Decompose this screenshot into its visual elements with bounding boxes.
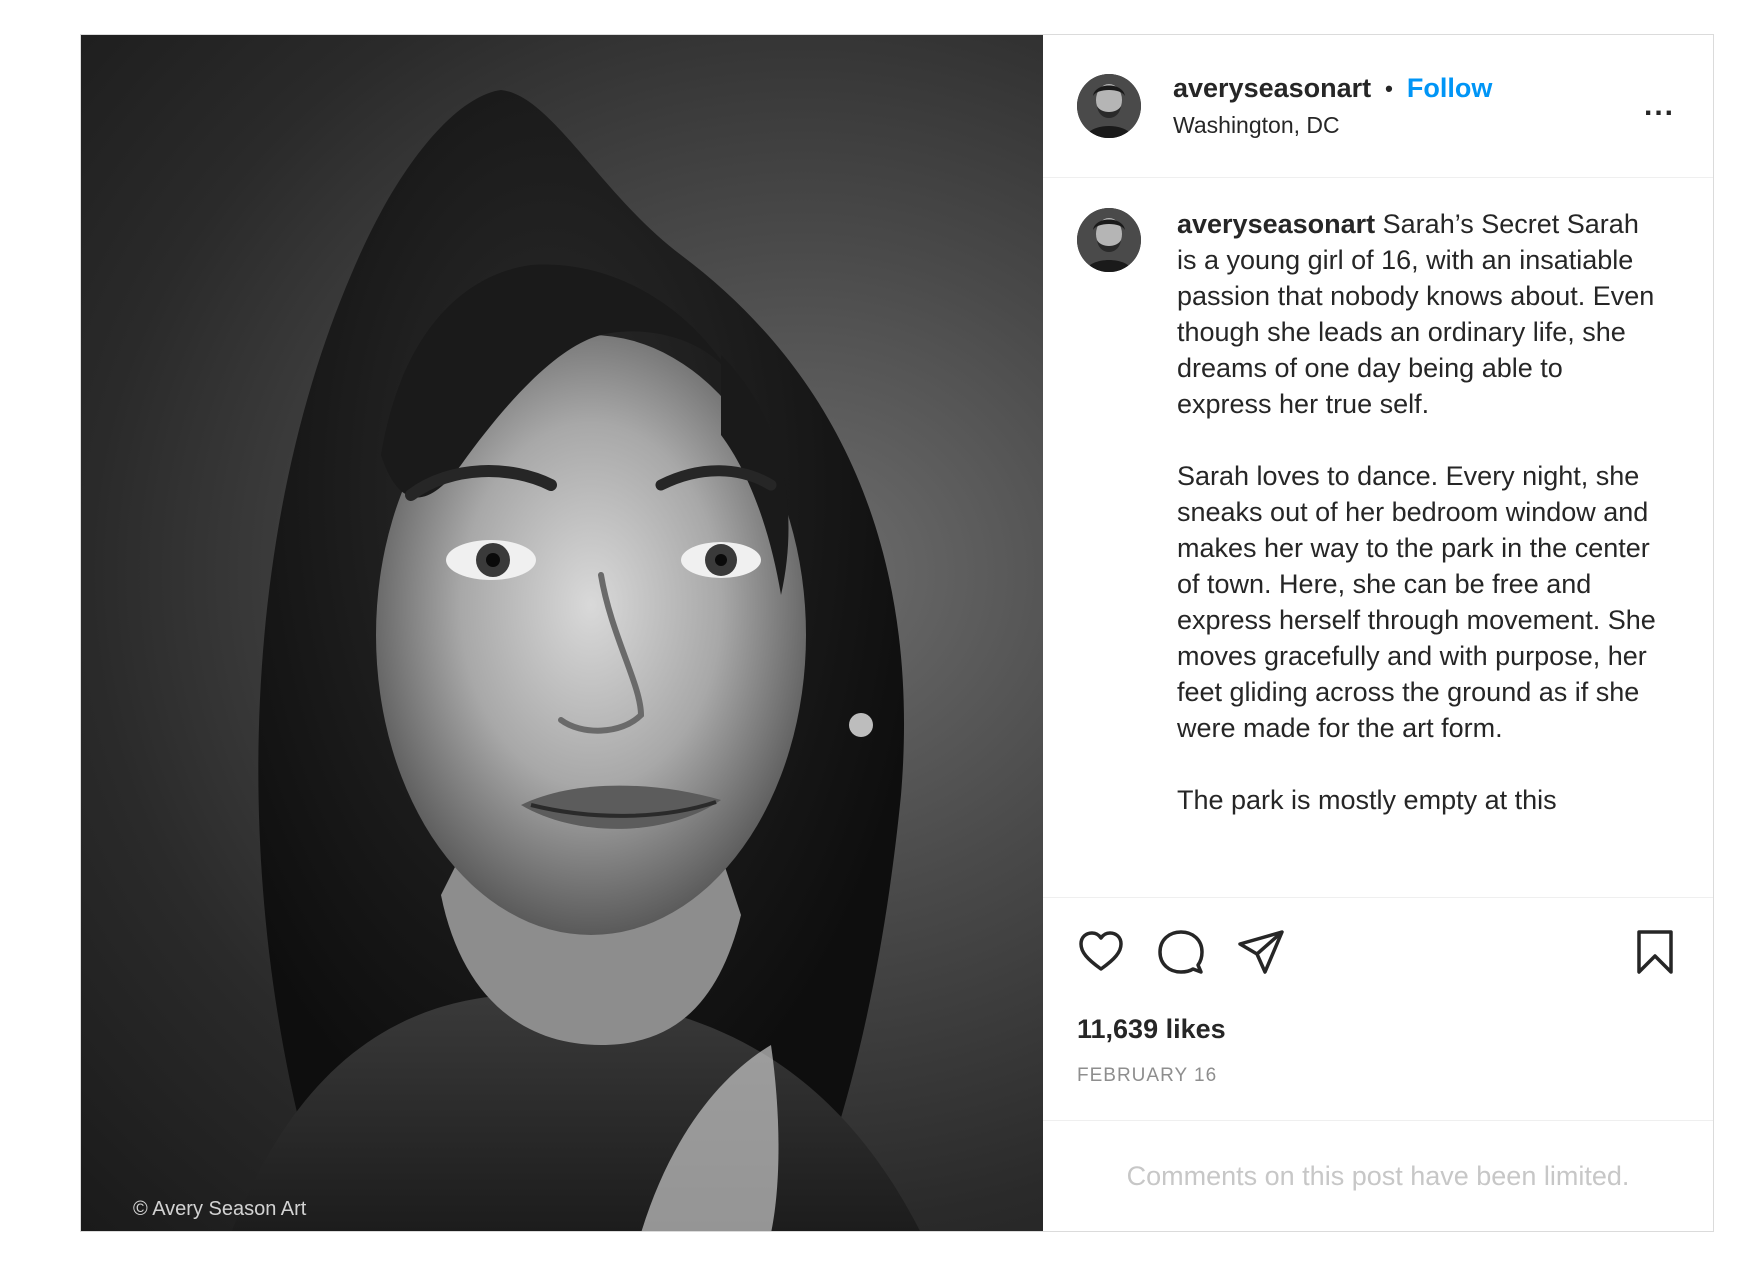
- post-caption: averyseasonart Sarah’s Secret Sarah is a…: [1177, 206, 1657, 897]
- caption-paragraph: averyseasonart Sarah’s Secret Sarah is a…: [1177, 206, 1657, 422]
- heart-icon[interactable]: [1077, 928, 1125, 976]
- portrait-photo: [231, 90, 920, 1231]
- likes-count[interactable]: 11,639 likes: [1043, 1014, 1713, 1045]
- action-bar: [1043, 898, 1713, 1006]
- avatar[interactable]: [1077, 74, 1141, 138]
- comment-icon[interactable]: [1157, 928, 1205, 976]
- caption-text: Sarah is a young girl of 16, with an ins…: [1177, 209, 1655, 419]
- post-date[interactable]: FEBRUARY 16: [1043, 1065, 1713, 1087]
- follow-button[interactable]: Follow: [1407, 73, 1492, 104]
- header-text: averyseasonart • Follow Washington, DC: [1173, 73, 1492, 139]
- post-header: averyseasonart • Follow Washington, DC .…: [1043, 35, 1713, 178]
- post-image[interactable]: © Avery Season Art: [81, 35, 1043, 1231]
- share-icon[interactable]: [1237, 928, 1285, 976]
- photo-watermark: © Avery Season Art: [133, 1198, 307, 1220]
- instagram-post: © Avery Season Art averyseasonart • Foll…: [80, 34, 1714, 1232]
- post-sidebar: averyseasonart • Follow Washington, DC .…: [1043, 35, 1713, 1231]
- caption-title: Sarah’s Secret: [1382, 209, 1560, 239]
- comments-limited-notice: Comments on this post have been limited.: [1043, 1120, 1713, 1231]
- caption-area: averyseasonart Sarah’s Secret Sarah is a…: [1043, 178, 1713, 898]
- separator-dot: •: [1385, 75, 1393, 101]
- more-options-icon[interactable]: ...: [1644, 89, 1675, 123]
- caption-paragraph: The park is mostly empty at this: [1177, 785, 1557, 815]
- post-username[interactable]: averyseasonart: [1173, 73, 1371, 104]
- header-line: averyseasonart • Follow: [1173, 73, 1492, 104]
- avatar[interactable]: [1077, 208, 1141, 272]
- bookmark-icon[interactable]: [1631, 928, 1679, 976]
- caption-paragraph: Sarah loves to dance. Every night, she s…: [1177, 461, 1656, 743]
- post-location[interactable]: Washington, DC: [1173, 112, 1492, 139]
- caption-username[interactable]: averyseasonart: [1177, 209, 1375, 239]
